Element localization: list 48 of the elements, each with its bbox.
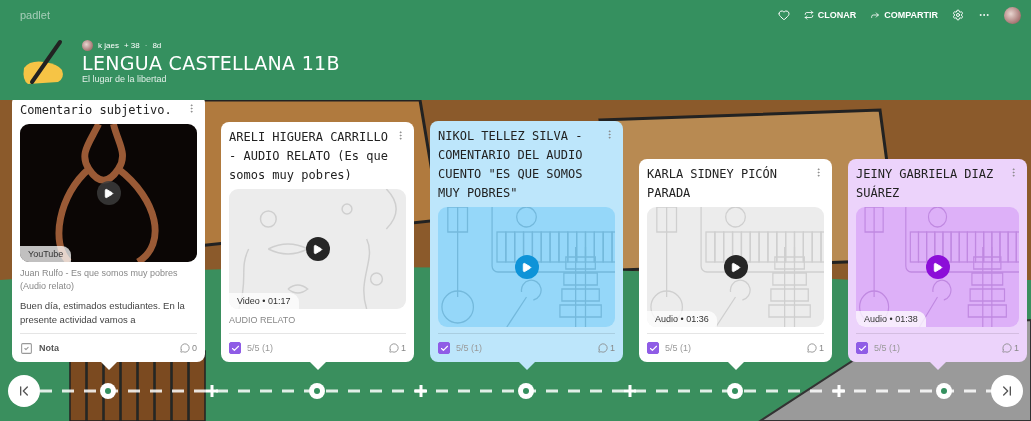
board-subtitle: El lugar de la libertad xyxy=(82,74,168,84)
repeat-icon xyxy=(803,10,814,20)
note-icon xyxy=(20,341,33,355)
plus-icon[interactable] xyxy=(204,383,220,399)
brand-name[interactable]: padlet xyxy=(20,9,50,21)
likes-count: + 38 xyxy=(123,41,140,50)
heart-icon[interactable] xyxy=(777,9,790,21)
media-label: YouTube xyxy=(20,246,72,262)
media-label: Audio • 01:38 xyxy=(856,311,926,327)
timeline-dot[interactable] xyxy=(936,383,952,399)
play-icon xyxy=(932,261,943,273)
timeline-dot[interactable] xyxy=(518,383,534,399)
avatar[interactable] xyxy=(1004,6,1021,24)
grade-label: 5/5 (1) xyxy=(665,343,691,353)
grade-label: 5/5 (1) xyxy=(874,343,900,353)
checkbox[interactable] xyxy=(229,342,241,354)
play-icon xyxy=(103,187,114,199)
share-icon xyxy=(870,10,881,20)
post-title: Comentario subjetivo. xyxy=(20,102,172,119)
action-button[interactable]: CLONAR xyxy=(803,10,857,20)
note-label: Nota xyxy=(39,343,59,353)
play-icon xyxy=(312,243,323,255)
post-title: ARELI HIGUERA CARRILLO - AUDIO RELATO (Es que somos muy pobres) xyxy=(229,129,389,184)
post-title: JEINY GABRIELA DIAZ SUÁREZ xyxy=(856,166,995,202)
post-title: NIKOL TELLEZ SILVA - COMENTARIO DEL AUDIO CUENTO "ES QUE SOMOS MUY POBRES" xyxy=(438,128,584,202)
media-caption: Juan Rulfo - Es que somos muy pobres (Audio relato) xyxy=(20,267,179,293)
checkbox[interactable] xyxy=(438,342,450,354)
settings-icon[interactable] xyxy=(952,9,964,21)
author-avatar[interactable] xyxy=(82,40,93,51)
separator-dot: · xyxy=(144,41,148,50)
media-caption: AUDIO RELATO xyxy=(229,314,297,327)
post-age: 8d xyxy=(152,41,162,50)
media-label: Video • 01:17 xyxy=(229,293,299,309)
post-title: KARLA SIDNEY PICÓN PARADA xyxy=(647,165,779,202)
grade-label: 5/5 (1) xyxy=(456,343,482,353)
checkbox[interactable] xyxy=(856,342,868,354)
checkbox[interactable] xyxy=(647,342,659,354)
board-title: LENGUA CASTELLANA 11B xyxy=(82,52,340,74)
media-label: Audio • 01:36 xyxy=(647,311,717,327)
grade-label: 5/5 (1) xyxy=(247,343,273,353)
play-icon xyxy=(521,261,532,273)
timeline-dot[interactable] xyxy=(309,383,325,399)
timeline-dot[interactable] xyxy=(727,383,743,399)
author-name[interactable]: k jaes xyxy=(98,41,119,50)
play-icon xyxy=(730,261,741,273)
timeline-dot[interactable] xyxy=(100,383,116,399)
post-text: Buen día, estimados estudiantes. En la presente actividad vamos a xyxy=(20,299,186,327)
action-button[interactable]: COMPARTIR xyxy=(870,10,938,20)
